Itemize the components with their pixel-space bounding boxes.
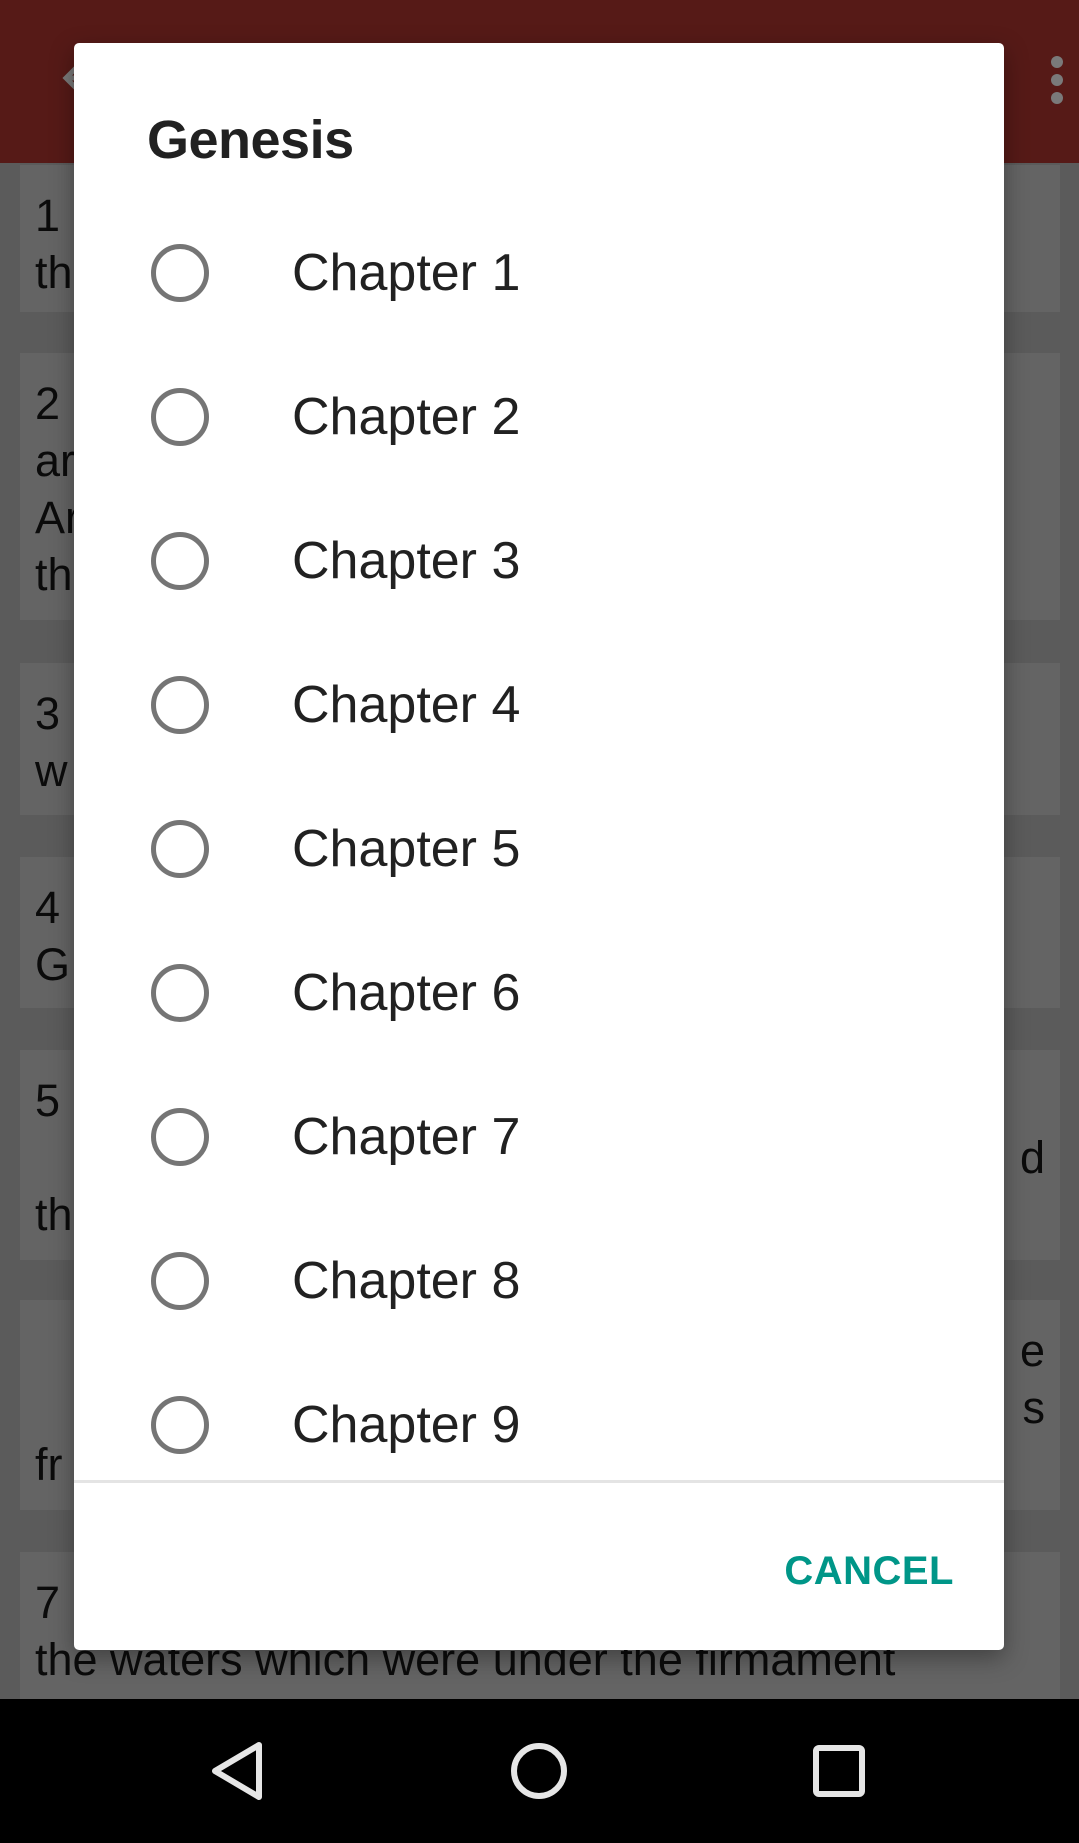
radio-unchecked-icon[interactable] bbox=[151, 1396, 209, 1454]
nav-back-button[interactable] bbox=[159, 1699, 319, 1843]
radio-unchecked-icon[interactable] bbox=[151, 1252, 209, 1310]
chapter-item-6[interactable]: Chapter 6 bbox=[74, 921, 1004, 1065]
chapter-label: Chapter 4 bbox=[292, 676, 521, 734]
chapter-picker-dialog: Genesis Chapter 1 Chapter 2 Chapter 3 Ch… bbox=[74, 43, 1004, 1650]
chapter-label: Chapter 2 bbox=[292, 388, 521, 446]
radio-unchecked-icon[interactable] bbox=[151, 820, 209, 878]
system-navigation-bar bbox=[0, 1699, 1079, 1843]
nav-recents-icon bbox=[813, 1745, 865, 1797]
chapter-label: Chapter 6 bbox=[292, 964, 521, 1022]
chapter-list[interactable]: Chapter 1 Chapter 2 Chapter 3 Chapter 4 … bbox=[74, 201, 1004, 1480]
nav-back-icon bbox=[212, 1742, 262, 1800]
chapter-label: Chapter 3 bbox=[292, 532, 521, 590]
radio-unchecked-icon[interactable] bbox=[151, 964, 209, 1022]
nav-home-button[interactable] bbox=[459, 1699, 619, 1843]
radio-unchecked-icon[interactable] bbox=[151, 244, 209, 302]
radio-unchecked-icon[interactable] bbox=[151, 676, 209, 734]
radio-unchecked-icon[interactable] bbox=[151, 1108, 209, 1166]
chapter-item-8[interactable]: Chapter 8 bbox=[74, 1209, 1004, 1353]
dialog-title: Genesis bbox=[147, 110, 354, 170]
chapter-label: Chapter 9 bbox=[292, 1396, 521, 1454]
nav-home-icon bbox=[511, 1743, 567, 1799]
more-vert-icon[interactable] bbox=[1051, 56, 1065, 106]
chapter-label: Chapter 5 bbox=[292, 820, 521, 878]
chapter-label: Chapter 1 bbox=[292, 244, 521, 302]
chapter-item-4[interactable]: Chapter 4 bbox=[74, 633, 1004, 777]
chapter-label: Chapter 8 bbox=[292, 1252, 521, 1310]
dialog-divider bbox=[74, 1480, 1004, 1483]
chapter-item-9[interactable]: Chapter 9 bbox=[74, 1353, 1004, 1480]
radio-unchecked-icon[interactable] bbox=[151, 388, 209, 446]
cancel-label: CANCEL bbox=[784, 1549, 954, 1593]
chapter-item-1[interactable]: Chapter 1 bbox=[74, 201, 1004, 345]
cancel-button[interactable]: CANCEL bbox=[754, 1541, 954, 1601]
chapter-item-3[interactable]: Chapter 3 bbox=[74, 489, 1004, 633]
chapter-item-2[interactable]: Chapter 2 bbox=[74, 345, 1004, 489]
nav-recents-button[interactable] bbox=[759, 1699, 919, 1843]
radio-unchecked-icon[interactable] bbox=[151, 532, 209, 590]
chapter-item-5[interactable]: Chapter 5 bbox=[74, 777, 1004, 921]
verse-line: from the waters which were above the bbox=[35, 1688, 1045, 1699]
chapter-item-7[interactable]: Chapter 7 bbox=[74, 1065, 1004, 1209]
chapter-label: Chapter 7 bbox=[292, 1108, 521, 1166]
